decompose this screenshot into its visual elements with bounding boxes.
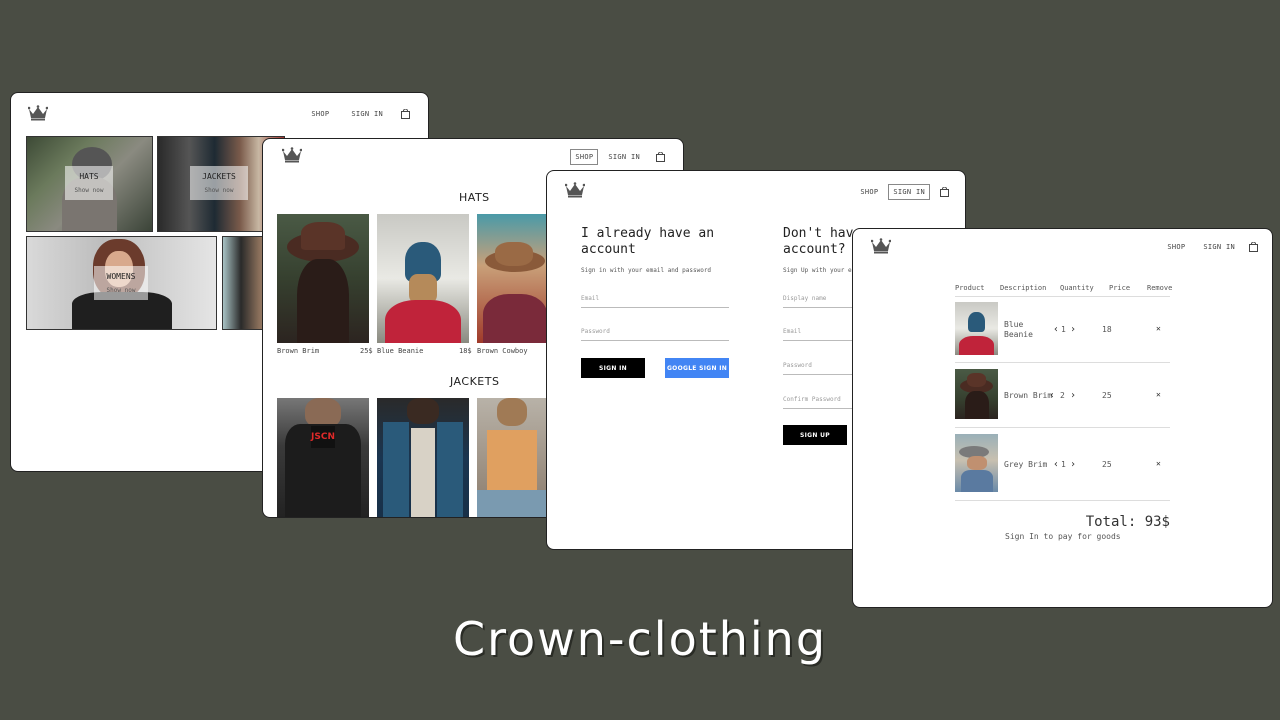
shopping-bag-icon[interactable]	[656, 152, 665, 162]
divider	[955, 427, 1170, 428]
nav-shop-link[interactable]: SHOP	[1163, 240, 1189, 254]
product-price: 25$	[360, 347, 373, 355]
decrease-qty-button[interactable]: ‹	[1053, 459, 1059, 470]
quantity-value: 2	[1060, 391, 1065, 400]
category-cta[interactable]: Show now	[205, 187, 234, 194]
header-nav: SHOP SIGN IN	[1163, 240, 1258, 254]
nav-shop-link[interactable]: SHOP	[570, 149, 599, 165]
nav-shop-link[interactable]: SHOP	[307, 107, 333, 121]
product-image	[377, 398, 469, 517]
category-hats-tile[interactable]: HATS Show now	[26, 136, 153, 232]
remove-item-icon[interactable]: ✕	[1156, 459, 1161, 468]
product-image	[477, 398, 547, 517]
signin-heading: I already have an account	[581, 226, 715, 257]
nav-signin-link[interactable]: SIGN IN	[1199, 240, 1239, 254]
signin-subtitle: Sign in with your email and password	[581, 267, 712, 274]
checkout-item-image	[955, 434, 998, 492]
google-signin-button[interactable]: GOOGLE SIGN IN	[665, 358, 729, 378]
quantity-value: 1	[1061, 460, 1066, 469]
decrease-qty-button[interactable]: ‹	[1049, 390, 1055, 401]
item-price: 18	[1102, 325, 1112, 334]
nav-signin-link[interactable]: SIGN IN	[604, 150, 644, 164]
column-header-remove: Remove	[1147, 284, 1173, 292]
jackets-section-title[interactable]: JACKETS	[450, 375, 499, 388]
crown-logo-icon[interactable]	[282, 147, 302, 163]
remove-item-icon[interactable]: ✕	[1156, 390, 1161, 399]
signup-email-field[interactable]: Email	[783, 328, 863, 341]
checkout-page-window: SHOP SIGN IN Product Description Quantit…	[852, 228, 1273, 608]
header-nav: SHOP SIGN IN	[856, 184, 949, 200]
decrease-qty-button[interactable]: ‹	[1053, 324, 1059, 335]
divider	[955, 500, 1170, 501]
product-price: 18$	[459, 347, 472, 355]
category-label: JACKETS Show now	[190, 166, 248, 200]
signin-email-field[interactable]: Email	[581, 295, 729, 308]
shopping-bag-icon[interactable]	[1249, 242, 1258, 252]
checkout-note: Sign In to pay for goods	[1005, 532, 1121, 541]
item-price: 25	[1102, 391, 1112, 400]
category-label: WOMENS Show now	[94, 266, 148, 300]
presentation-title: Crown-clothing	[452, 612, 828, 666]
header-nav: SHOP SIGN IN	[307, 107, 410, 121]
divider	[955, 296, 1170, 297]
column-header-product: Product	[955, 284, 985, 292]
shopping-bag-icon[interactable]	[940, 187, 949, 197]
checkout-item-name: Brown Brim	[1004, 391, 1053, 400]
checkout-item-image	[955, 302, 998, 355]
product-image	[377, 214, 469, 343]
product-name: Brown Cowboy	[477, 347, 528, 355]
crown-logo-icon[interactable]	[565, 182, 585, 198]
signin-button[interactable]: SIGN IN	[581, 358, 645, 378]
nav-signin-link[interactable]: SIGN IN	[347, 107, 387, 121]
increase-qty-button[interactable]: ›	[1070, 390, 1076, 401]
shopping-bag-icon[interactable]	[401, 109, 410, 119]
nav-signin-link[interactable]: SIGN IN	[888, 184, 930, 200]
increase-qty-button[interactable]: ›	[1070, 324, 1076, 335]
signup-button[interactable]: SIGN UP	[783, 425, 847, 445]
checkout-item-name: Grey Brim	[1004, 460, 1048, 469]
category-cta[interactable]: Show now	[75, 187, 104, 194]
remove-item-icon[interactable]: ✕	[1156, 324, 1161, 333]
category-cta[interactable]: Show now	[107, 287, 136, 294]
category-title: JACKETS	[202, 172, 236, 181]
crown-logo-icon[interactable]	[28, 105, 48, 121]
signin-password-field[interactable]: Password	[581, 328, 729, 341]
signup-password-field[interactable]: Password	[783, 362, 863, 375]
category-title: HATS	[79, 172, 99, 181]
product-image	[477, 214, 547, 343]
category-womens-tile[interactable]: WOMENS Show now	[26, 236, 217, 330]
column-header-price: Price	[1109, 284, 1131, 292]
nav-shop-link[interactable]: SHOP	[856, 185, 882, 199]
cart-total: Total: 93$	[1085, 514, 1170, 530]
product-image: JSCN	[277, 398, 369, 517]
checkout-item-name: Blue Beanie	[1004, 320, 1033, 339]
crown-logo-icon[interactable]	[871, 238, 891, 254]
divider	[955, 362, 1170, 363]
signup-display-name-field[interactable]: Display name	[783, 295, 863, 308]
category-label: HATS Show now	[65, 166, 113, 200]
header-nav: SHOP SIGN IN	[570, 149, 665, 165]
hats-section-title[interactable]: HATS	[459, 191, 490, 204]
item-price: 25	[1102, 460, 1112, 469]
column-header-quantity: Quantity	[1060, 284, 1094, 292]
checkout-item-image	[955, 369, 998, 419]
category-title: WOMENS	[106, 272, 136, 281]
product-image	[277, 214, 369, 343]
product-name: Blue Beanie	[377, 347, 424, 355]
column-header-description: Description	[1000, 284, 1047, 292]
product-name: Brown Brim	[277, 347, 320, 355]
signup-subtitle: Sign Up with your e	[783, 267, 852, 274]
increase-qty-button[interactable]: ›	[1070, 459, 1076, 470]
quantity-value: 1	[1061, 325, 1066, 334]
signup-confirm-password-field[interactable]: Confirm Password	[783, 396, 863, 409]
